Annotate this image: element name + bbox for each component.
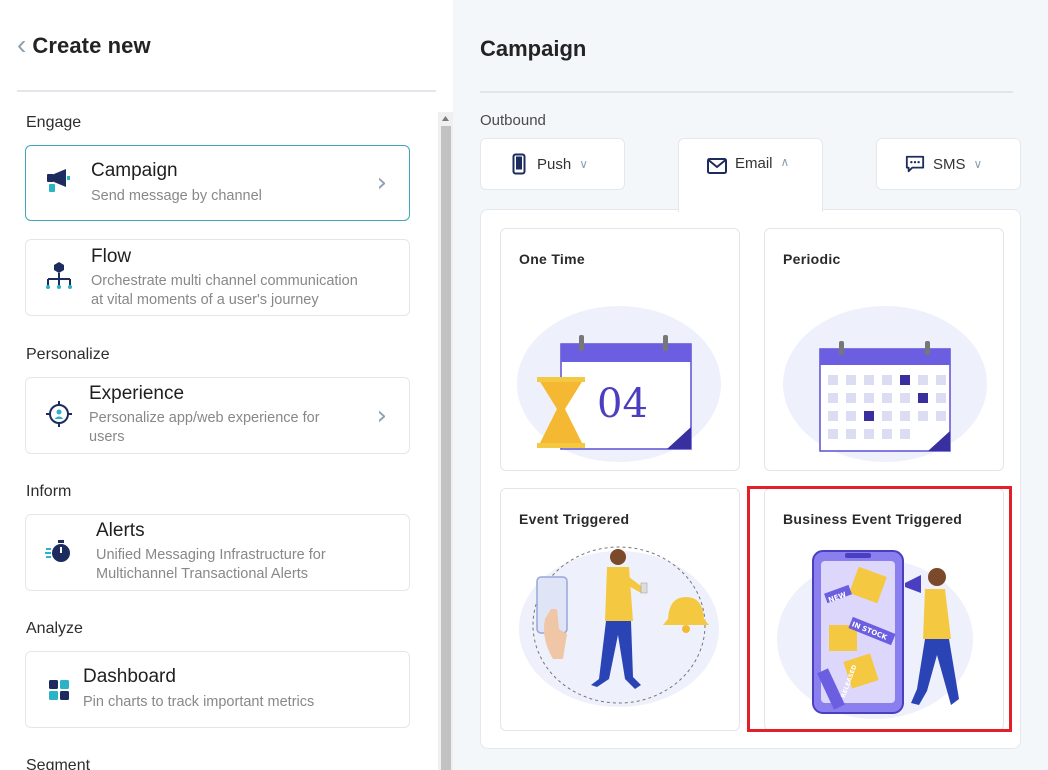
target-user-icon (44, 399, 74, 429)
template-card-business-event-triggered[interactable]: Business Event Triggered NEW IN STOCK RE… (764, 488, 1004, 731)
create-new-panel: ‹ Create new Engage Campaign Send messag… (0, 0, 453, 770)
left-scrollbar-thumb[interactable] (441, 126, 451, 770)
section-label-engage: Engage (26, 114, 82, 131)
scroll-up-arrow-icon[interactable] (440, 112, 451, 124)
back-chevron-icon[interactable]: ‹ (17, 25, 26, 65)
periodic-calendar-illustration (783, 306, 987, 462)
tab-email[interactable]: Email ∧ (678, 138, 823, 212)
page-title: Campaign (480, 36, 587, 61)
tab-label: Email (735, 155, 773, 172)
item-title: Dashboard (83, 666, 176, 687)
create-new-list[interactable]: Engage Campaign Send message by channel … (0, 108, 438, 770)
chevron-down-icon: ∨ (579, 157, 588, 171)
item-description: Send message by channel (91, 188, 262, 204)
item-description: Pin charts to track important metrics (83, 694, 315, 710)
sms-icon (905, 153, 925, 175)
item-title: Experience (89, 383, 185, 404)
item-description-line2: Multichannel Transactional Alerts (96, 566, 308, 582)
chevron-up-icon: ∧ (780, 155, 790, 169)
item-title: Flow (91, 246, 132, 267)
item-card-alerts[interactable]: Alerts Unified Messaging Infrastructure … (25, 514, 410, 591)
item-title: Campaign (91, 160, 178, 181)
email-templates-container: One Time 04 Periodic Event Triggered Bus… (480, 209, 1021, 749)
item-description: Unified Messaging Infrastructure for (96, 547, 326, 563)
tab-sms[interactable]: SMS ∨ (876, 138, 1021, 190)
template-title: Periodic (783, 251, 841, 267)
chevron-down-icon: ∨ (973, 157, 983, 171)
one-time-calendar-illustration: 04 (517, 306, 721, 462)
item-description: Orchestrate multi channel communication (91, 273, 358, 289)
business-event-triggered-illustration: NEW IN STOCK RELEASED (777, 550, 973, 719)
section-label-personalize: Personalize (26, 346, 110, 363)
item-card-campaign[interactable]: Campaign Send message by channel › (25, 145, 410, 221)
mobile-icon (509, 153, 529, 175)
template-title: One Time (519, 251, 585, 267)
section-label-segment: Segment (26, 757, 91, 770)
item-description-line2: users (89, 429, 125, 445)
item-card-dashboard[interactable]: Dashboard Pin charts to track important … (25, 651, 410, 728)
event-triggered-illustration (519, 546, 719, 707)
chevron-right-icon: › (376, 168, 387, 198)
mail-icon (707, 155, 727, 177)
template-card-one-time[interactable]: One Time 04 (500, 228, 740, 471)
item-description: Personalize app/web experience for (89, 410, 320, 426)
campaign-panel: Campaign Outbound Push ∨ Email ∧ SMS ∨ O… (453, 0, 1048, 770)
template-title: Event Triggered (519, 511, 630, 527)
item-description-line2: at vital moments of a user's journey (91, 292, 319, 308)
tab-label: SMS (933, 155, 966, 173)
template-card-event-triggered[interactable]: Event Triggered (500, 488, 740, 731)
megaphone-icon (44, 166, 74, 196)
item-card-experience[interactable]: Experience Personalize app/web experienc… (25, 377, 410, 454)
section-label-inform: Inform (26, 483, 72, 500)
flow-icon (44, 260, 74, 290)
tab-label: Push (537, 155, 572, 173)
panel-title: Create new (32, 33, 151, 58)
tab-push[interactable]: Push ∨ (480, 138, 625, 190)
stopwatch-icon (44, 536, 74, 566)
template-title: Business Event Triggered (783, 511, 963, 527)
section-label-analyze: Analyze (26, 620, 83, 637)
title-divider (480, 91, 1013, 93)
item-title: Alerts (96, 520, 145, 541)
calendar-number: 04 (597, 381, 648, 427)
outbound-label: Outbound (480, 112, 546, 129)
chevron-right-icon: › (376, 400, 387, 431)
template-card-periodic[interactable]: Periodic (764, 228, 1004, 471)
item-card-flow[interactable]: Flow Orchestrate multi channel communica… (25, 239, 410, 316)
dashboard-icon (44, 675, 74, 705)
create-new-header: ‹ Create new (17, 28, 436, 92)
